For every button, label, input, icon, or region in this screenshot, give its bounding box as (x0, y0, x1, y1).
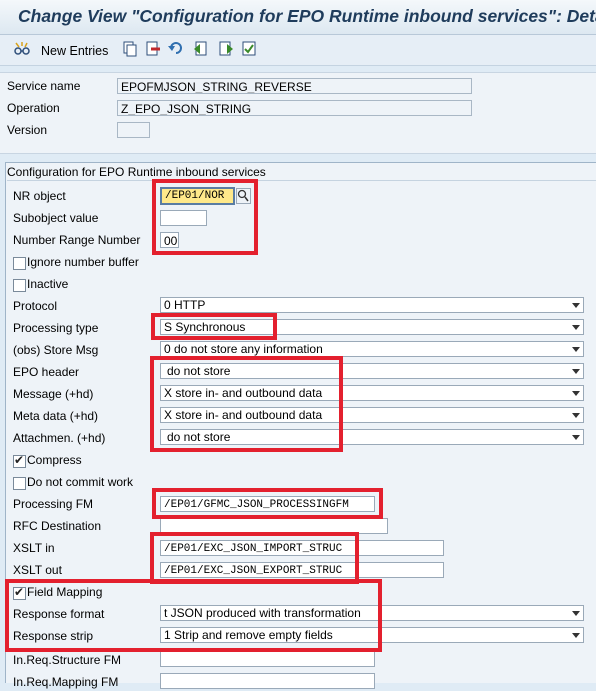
configuration-group-title: Configuration for EPO Runtime inbound se… (7, 165, 266, 179)
nr-object-label: NR object (13, 189, 66, 203)
window-title: Change View "Configuration for EPO Runti… (18, 6, 596, 26)
in-req-mapping-field[interactable] (160, 673, 375, 689)
epo-header-label: EPO header (13, 365, 80, 379)
meta-data-label: Meta data (+hd) (13, 409, 99, 423)
operation-label: Operation (7, 101, 60, 115)
check-mark-icon: ✔ (14, 453, 25, 467)
version-field (117, 122, 150, 138)
chevron-down-icon (572, 413, 580, 418)
store-msg-label: (obs) Store Msg (13, 343, 99, 357)
in-req-structure-label: In.Req.Structure FM (13, 653, 122, 667)
processing-type-label: Processing type (13, 321, 99, 335)
store-msg-select[interactable]: 0 do not store any information (160, 341, 584, 357)
subobject-label: Subobject value (13, 211, 99, 225)
ignore-buffer-label: Ignore number buffer (27, 255, 139, 269)
chevron-down-icon (572, 435, 580, 440)
attachmen-label: Attachmen. (+hd) (13, 431, 106, 445)
chevron-down-icon (572, 303, 580, 308)
inactive-checkbox[interactable] (13, 279, 26, 292)
title-bar: Change View "Configuration for EPO Runti… (0, 0, 596, 35)
service-name-field: EPOFMJSON_STRING_REVERSE (117, 78, 472, 94)
application-toolbar: New Entries (0, 35, 596, 66)
highlight-box-storage-settings (150, 356, 343, 452)
inactive-label: Inactive (27, 277, 69, 291)
highlight-box-field-mapping (5, 579, 382, 652)
chevron-down-icon (572, 391, 580, 396)
chevron-down-icon (572, 347, 580, 352)
highlight-box-xslt (150, 532, 359, 584)
xslt-out-label: XSLT out (13, 563, 62, 577)
protocol-label: Protocol (13, 299, 58, 313)
compress-label: Compress (27, 453, 82, 467)
highlight-box-processing-fm (152, 488, 383, 519)
chevron-down-icon (572, 369, 580, 374)
in-req-mapping-label: In.Req.Mapping FM (13, 675, 119, 689)
next-entry-icon[interactable] (218, 40, 234, 58)
compress-checkbox[interactable]: ✔ (13, 453, 26, 468)
select-all-icon[interactable] (241, 40, 257, 58)
in-req-structure-field[interactable] (160, 651, 375, 667)
glasses-icon (14, 42, 30, 55)
protocol-select[interactable]: 0 HTTP (160, 297, 584, 313)
highlight-box-nr-settings (152, 179, 258, 255)
copy-icon[interactable] (122, 40, 138, 58)
xslt-in-label: XSLT in (13, 541, 55, 555)
highlight-box-processing-type (151, 313, 277, 340)
no-commit-label: Do not commit work (27, 475, 134, 489)
chevron-down-icon (572, 611, 580, 616)
group-divider (7, 180, 596, 181)
chevron-down-icon (572, 633, 580, 638)
new-entries-label: New Entries (41, 44, 109, 58)
message-label: Message (+hd) (13, 387, 94, 401)
rfc-destination-label: RFC Destination (13, 519, 102, 533)
service-name-label: Service name (7, 79, 81, 93)
operation-field: Z_EPO_JSON_STRING (117, 100, 472, 116)
no-commit-checkbox[interactable] (13, 477, 26, 490)
delete-icon[interactable] (145, 40, 161, 58)
chevron-down-icon (572, 325, 580, 330)
number-range-number-label: Number Range Number (13, 233, 141, 247)
ignore-buffer-checkbox[interactable] (13, 257, 26, 270)
previous-entry-icon[interactable] (193, 40, 209, 58)
version-label: Version (7, 123, 48, 137)
protocol-value: 0 HTTP (164, 298, 206, 312)
processing-fm-label: Processing FM (13, 497, 94, 511)
store-msg-value: 0 do not store any information (164, 342, 323, 356)
new-entries-button[interactable]: New Entries (13, 40, 113, 58)
undo-icon[interactable] (168, 40, 184, 58)
